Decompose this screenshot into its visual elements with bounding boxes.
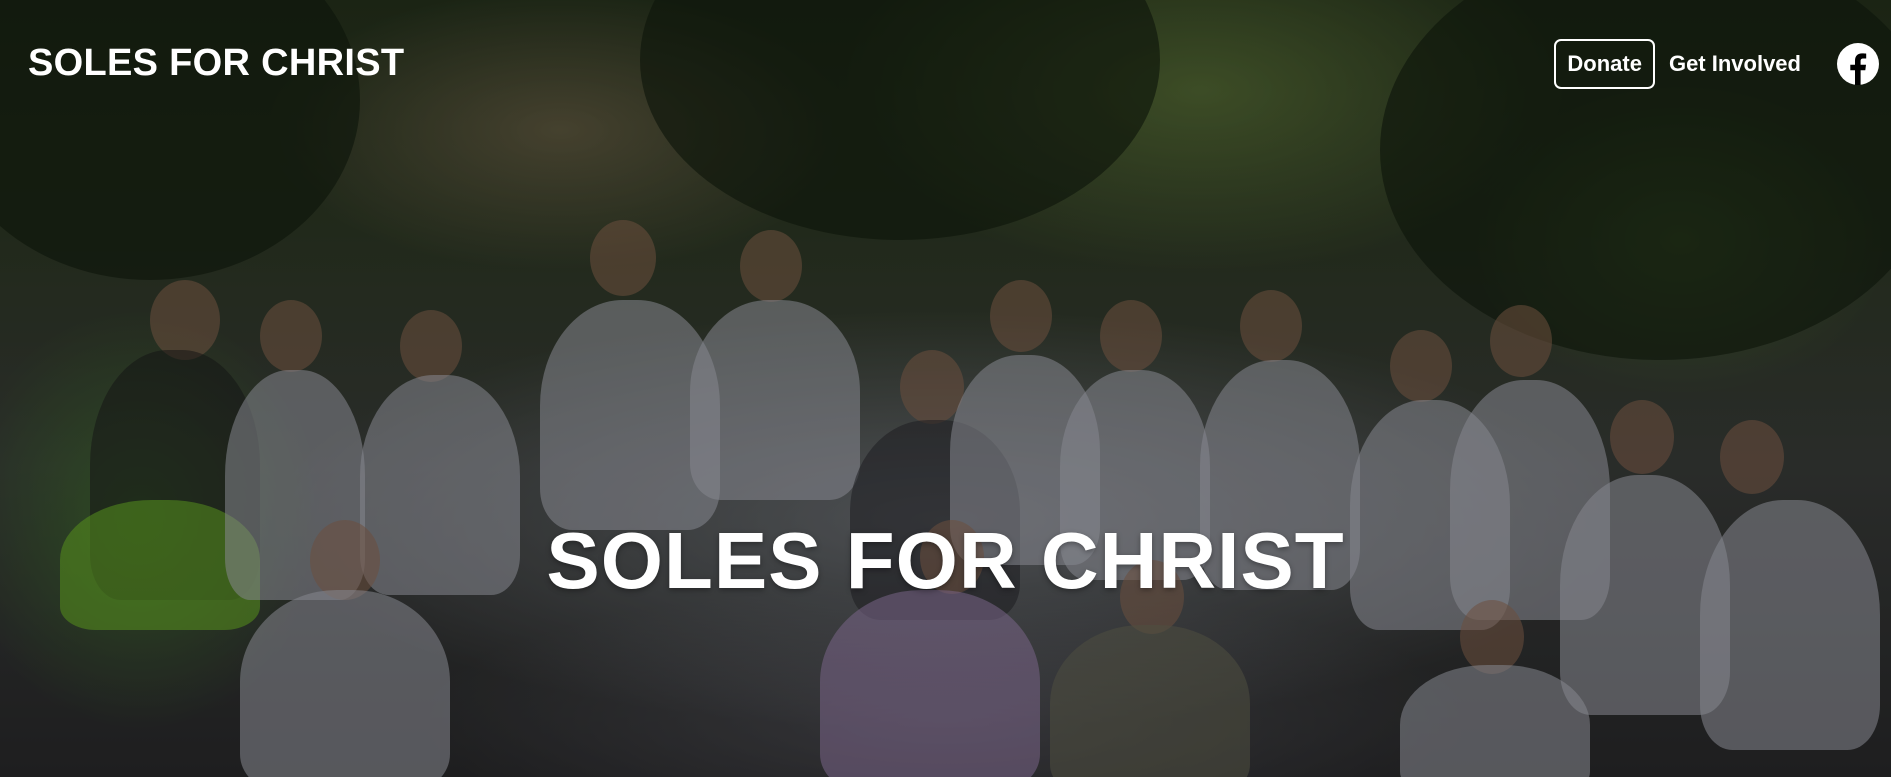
hero-title: SOLES FOR CHRIST [546, 516, 1345, 605]
site-header: SOLES FOR CHRIST Donate Get Involved [0, 0, 1891, 128]
brand-logo-link[interactable]: SOLES FOR CHRIST [28, 42, 404, 85]
header-nav: Donate Get Involved [1554, 39, 1879, 89]
facebook-logo-graphic [1837, 43, 1879, 85]
donate-button[interactable]: Donate [1554, 39, 1655, 89]
hero-section: SOLES FOR CHRIST Donate Get Involved SOL… [0, 0, 1891, 777]
get-involved-link[interactable]: Get Involved [1669, 51, 1801, 77]
facebook-icon[interactable] [1837, 43, 1879, 85]
